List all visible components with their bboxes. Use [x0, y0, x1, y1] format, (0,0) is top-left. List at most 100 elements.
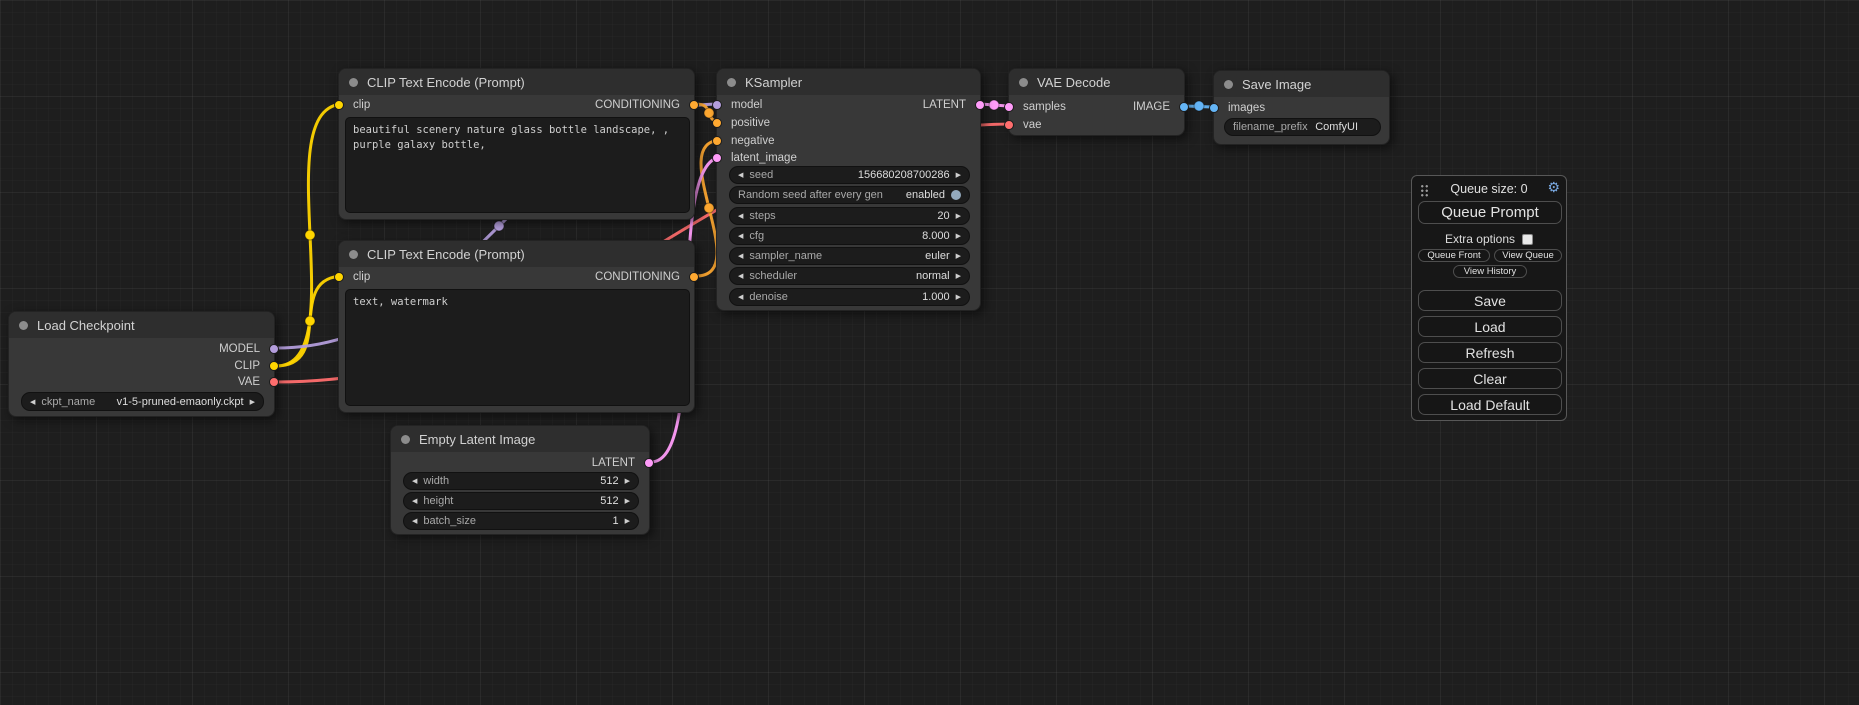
output-port-model[interactable]: [269, 344, 279, 354]
collapse-dot-icon[interactable]: [1019, 78, 1028, 87]
output-port-latent[interactable]: [975, 100, 985, 110]
load-button[interactable]: Load: [1418, 316, 1562, 337]
output-port-image[interactable]: [1179, 102, 1189, 112]
decrement-arrow-icon[interactable]: ◀: [738, 171, 743, 179]
input-port-positive[interactable]: [712, 118, 722, 128]
input-port-clip[interactable]: [334, 100, 344, 110]
increment-arrow-icon[interactable]: ▶: [625, 497, 630, 505]
clear-button[interactable]: Clear: [1418, 368, 1562, 389]
node-clip-text-encode-negative[interactable]: CLIP Text Encode (Prompt) clip CONDITION…: [338, 240, 695, 413]
decrement-arrow-icon[interactable]: ◀: [30, 398, 35, 406]
queue-panel[interactable]: Queue size: 0 ⚙ Queue Prompt Extra optio…: [1411, 175, 1567, 421]
widget-value: normal: [916, 270, 950, 282]
input-port-model[interactable]: [712, 100, 722, 110]
output-port-conditioning[interactable]: [689, 272, 699, 282]
increment-arrow-icon[interactable]: ▶: [956, 293, 961, 301]
output-port-latent[interactable]: [644, 458, 654, 468]
node-title-bar[interactable]: CLIP Text Encode (Prompt): [339, 69, 694, 95]
collapse-dot-icon[interactable]: [349, 250, 358, 259]
node-title-bar[interactable]: Empty Latent Image: [391, 426, 649, 452]
widget-value: enabled: [906, 189, 945, 201]
decrement-arrow-icon[interactable]: ◀: [412, 517, 417, 525]
graph-canvas[interactable]: Load Checkpoint MODEL CLIP VAE ◀ ckpt_na…: [0, 0, 1859, 705]
node-title-bar[interactable]: KSampler: [717, 69, 980, 95]
node-save-image[interactable]: Save Image images filename_prefix ComfyU…: [1213, 70, 1390, 145]
widget-value: 1: [612, 515, 618, 527]
input-port-samples[interactable]: [1004, 102, 1014, 112]
output-port-vae[interactable]: [269, 377, 279, 387]
negative-prompt-textarea[interactable]: text, watermark: [345, 289, 690, 406]
input-port-negative[interactable]: [712, 136, 722, 146]
node-title-bar[interactable]: CLIP Text Encode (Prompt): [339, 241, 694, 267]
increment-arrow-icon[interactable]: ▶: [956, 272, 961, 280]
collapse-dot-icon[interactable]: [19, 321, 28, 330]
decrement-arrow-icon[interactable]: ◀: [738, 293, 743, 301]
input-label-negative: negative: [731, 133, 774, 149]
widget-sampler-name[interactable]: ◀ sampler_name euler ▶: [729, 247, 970, 265]
widget-width[interactable]: ◀ width 512 ▶: [403, 472, 639, 490]
refresh-button[interactable]: Refresh: [1418, 342, 1562, 363]
extra-options-checkbox[interactable]: [1522, 234, 1533, 245]
widget-seed[interactable]: ◀ seed 156680208700286 ▶: [729, 166, 970, 184]
widget-steps[interactable]: ◀ steps 20 ▶: [729, 207, 970, 225]
increment-arrow-icon[interactable]: ▶: [250, 398, 255, 406]
input-port-clip[interactable]: [334, 272, 344, 282]
node-title: VAE Decode: [1037, 75, 1110, 90]
increment-arrow-icon[interactable]: ▶: [625, 517, 630, 525]
input-label-vae: vae: [1023, 117, 1042, 133]
output-port-conditioning[interactable]: [689, 100, 699, 110]
node-title: Load Checkpoint: [37, 318, 135, 333]
node-clip-text-encode-positive[interactable]: CLIP Text Encode (Prompt) clip CONDITION…: [338, 68, 695, 220]
collapse-dot-icon[interactable]: [401, 435, 410, 444]
input-port-latent-image[interactable]: [712, 153, 722, 163]
node-title-bar[interactable]: Save Image: [1214, 71, 1389, 97]
widget-filename-prefix[interactable]: filename_prefix ComfyUI: [1224, 118, 1381, 136]
positive-prompt-textarea[interactable]: beautiful scenery nature glass bottle la…: [345, 117, 690, 213]
increment-arrow-icon[interactable]: ▶: [956, 232, 961, 240]
node-vae-decode[interactable]: VAE Decode samples IMAGE vae: [1008, 68, 1185, 136]
decrement-arrow-icon[interactable]: ◀: [412, 497, 417, 505]
output-label-latent: LATENT: [592, 455, 635, 471]
decrement-arrow-icon[interactable]: ◀: [738, 272, 743, 280]
widget-label: denoise: [749, 291, 788, 303]
widget-scheduler[interactable]: ◀ scheduler normal ▶: [729, 267, 970, 285]
output-port-clip[interactable]: [269, 361, 279, 371]
decrement-arrow-icon[interactable]: ◀: [738, 232, 743, 240]
decrement-arrow-icon[interactable]: ◀: [738, 252, 743, 260]
widget-label: Random seed after every gen: [738, 189, 883, 201]
decrement-arrow-icon[interactable]: ◀: [738, 212, 743, 220]
collapse-dot-icon[interactable]: [349, 78, 358, 87]
input-port-images[interactable]: [1209, 103, 1219, 113]
view-queue-button[interactable]: View Queue: [1494, 249, 1562, 262]
widget-value: 512: [600, 475, 618, 487]
input-label-samples: samples: [1023, 99, 1066, 115]
increment-arrow-icon[interactable]: ▶: [956, 171, 961, 179]
collapse-dot-icon[interactable]: [1224, 80, 1233, 89]
node-title: Save Image: [1242, 77, 1311, 92]
node-title-bar[interactable]: Load Checkpoint: [9, 312, 274, 338]
widget-batch-size[interactable]: ◀ batch_size 1 ▶: [403, 512, 639, 530]
load-default-button[interactable]: Load Default: [1418, 394, 1562, 415]
toggle-dot-icon[interactable]: [951, 190, 961, 200]
node-load-checkpoint[interactable]: Load Checkpoint MODEL CLIP VAE ◀ ckpt_na…: [8, 311, 275, 417]
increment-arrow-icon[interactable]: ▶: [625, 477, 630, 485]
increment-arrow-icon[interactable]: ▶: [956, 212, 961, 220]
node-title-bar[interactable]: VAE Decode: [1009, 69, 1184, 95]
widget-cfg[interactable]: ◀ cfg 8.000 ▶: [729, 227, 970, 245]
widget-ckpt-name[interactable]: ◀ ckpt_name v1-5-pruned-emaonly.ckpt ▶: [21, 392, 264, 411]
node-empty-latent-image[interactable]: Empty Latent Image LATENT ◀ width 512 ▶ …: [390, 425, 650, 535]
settings-gear-icon[interactable]: ⚙: [1547, 179, 1560, 196]
widget-denoise[interactable]: ◀ denoise 1.000 ▶: [729, 288, 970, 306]
widget-height[interactable]: ◀ height 512 ▶: [403, 492, 639, 510]
drag-handle-icon[interactable]: [1420, 184, 1429, 197]
view-history-button[interactable]: View History: [1453, 265, 1527, 278]
node-ksampler[interactable]: KSampler model LATENT positive negative …: [716, 68, 981, 311]
queue-front-button[interactable]: Queue Front: [1418, 249, 1490, 262]
save-button[interactable]: Save: [1418, 290, 1562, 311]
queue-prompt-button[interactable]: Queue Prompt: [1418, 201, 1562, 224]
decrement-arrow-icon[interactable]: ◀: [412, 477, 417, 485]
increment-arrow-icon[interactable]: ▶: [956, 252, 961, 260]
widget-random-seed-toggle[interactable]: Random seed after every gen enabled: [729, 186, 970, 204]
input-port-vae[interactable]: [1004, 120, 1014, 130]
collapse-dot-icon[interactable]: [727, 78, 736, 87]
